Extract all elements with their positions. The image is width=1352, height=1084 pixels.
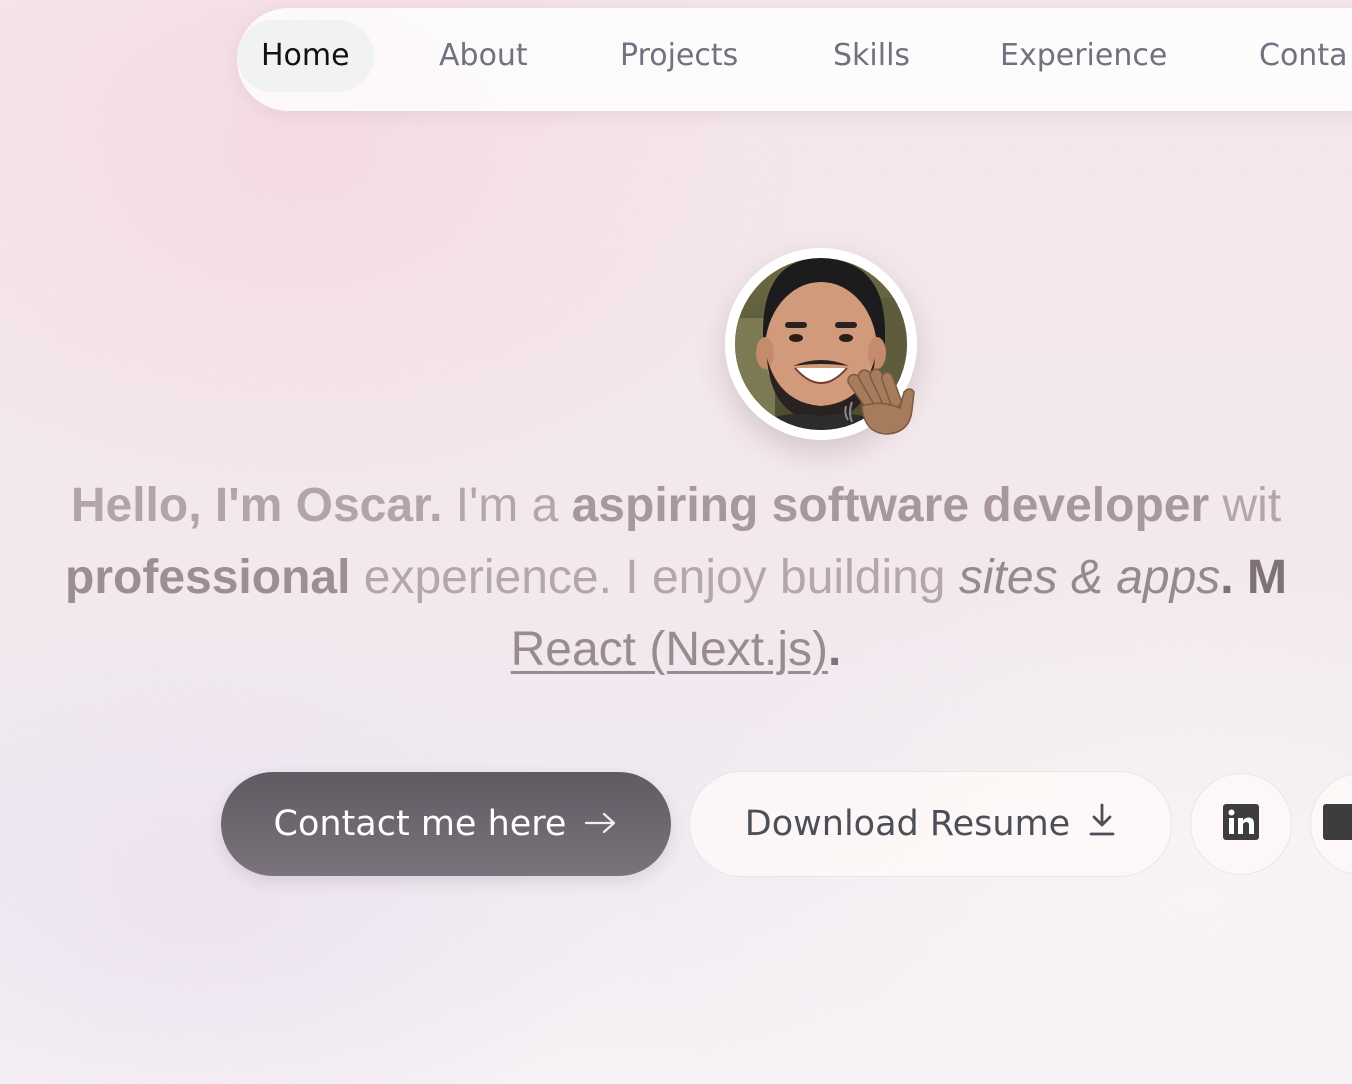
arrow-right-icon — [584, 804, 618, 844]
nav-experience[interactable]: Experience — [1000, 20, 1167, 92]
nav-contact[interactable]: Conta — [1259, 20, 1347, 92]
sites-apps: sites & apps — [958, 551, 1221, 604]
experience-text: experience. I enjoy building — [350, 551, 959, 604]
intro-line-3: React (Next.js). — [0, 614, 1352, 686]
tech-stack: React (Next.js) — [510, 623, 829, 676]
intro-line-1: Hello, I'm Oscar. I'm a aspiring softwar… — [0, 470, 1352, 542]
contact-label: Contact me here — [273, 804, 567, 844]
period-m: . M — [1220, 551, 1287, 604]
contact-button[interactable]: Contact me here — [221, 772, 671, 876]
intro-line-2: professional experience. I enjoy buildin… — [0, 542, 1352, 614]
greeting: Hello, I'm Oscar. — [70, 479, 443, 532]
role-prefix: I'm a — [442, 479, 572, 532]
nav-skills[interactable]: Skills — [833, 20, 910, 92]
download-icon — [1088, 803, 1116, 846]
download-resume-button[interactable]: Download Resume — [689, 771, 1172, 877]
intro-text: Hello, I'm Oscar. I'm a aspiring softwar… — [0, 470, 1352, 686]
waving-hand-icon — [842, 362, 922, 442]
tech-end: . — [828, 623, 842, 676]
nav-about[interactable]: About — [439, 20, 528, 92]
top-navigation: Home About Projects Skills Experience Co… — [237, 8, 1352, 111]
github-icon — [1323, 804, 1352, 844]
professional: professional — [65, 551, 351, 604]
nav-home[interactable]: Home — [237, 20, 374, 92]
github-button[interactable] — [1310, 773, 1352, 875]
role: aspiring software developer — [571, 479, 1210, 532]
nav-projects[interactable]: Projects — [620, 20, 738, 92]
resume-label: Download Resume — [744, 804, 1071, 844]
with-cut: wit — [1209, 479, 1282, 532]
linkedin-icon — [1223, 804, 1259, 844]
linkedin-button[interactable] — [1190, 773, 1292, 875]
